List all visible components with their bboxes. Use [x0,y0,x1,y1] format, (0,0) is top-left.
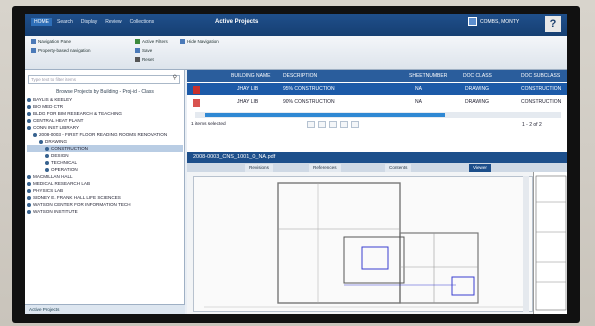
floor-plan-drawing [204,182,524,308]
document-viewer: 2008-0003_CNS_1001_0_NA.pdf Revisions Re… [187,152,567,314]
building-icon [27,118,31,123]
grid-header: BUILDING NAME DESCRIPTION SHEETNUMBER DO… [187,70,567,82]
tree-item-subclass[interactable]: OPERATION [27,166,183,173]
tab-search[interactable]: Search [54,18,76,26]
ribbon: Navigation Pane Property-based navigatio… [25,36,567,70]
column-header-docclass[interactable]: DOC CLASS [463,73,492,79]
ribbon-tabs: HOME Search Display Review Collections [31,18,157,26]
title-block-lines [535,175,567,311]
building-icon [27,181,31,186]
prev-page-button[interactable] [318,121,326,128]
tab-revisions[interactable]: Revisions [245,164,273,172]
property-navigation-button[interactable]: Property-based navigation [31,48,91,53]
page-count: 1 - 2 of 2 [522,122,542,128]
tree-item-project[interactable]: 2008-0003 - FIRST FLOOR READING ROOMS RE… [27,131,183,138]
search-input[interactable]: Type text to filter items ⚲ [28,75,180,84]
table-row[interactable]: JHAY LIB 90% CONSTRUCTION NA DRAWING CON… [187,96,567,108]
tab-display[interactable]: Display [78,18,100,26]
tree-item[interactable]: WATSON CENTER FOR INFORMATION TECH [27,201,183,208]
navigation-pane-button[interactable]: Navigation Pane [31,39,71,44]
property-icon [31,48,36,53]
tree-item[interactable]: BLDG FOR BIM RESEARCH & TEACHING [27,110,183,117]
filter-icon [135,39,140,44]
active-filters-button[interactable]: Active Filters [135,39,168,44]
pdf-icon [193,99,200,107]
building-icon [27,195,31,200]
building-icon [27,174,31,179]
viewer-scrollbar[interactable] [523,176,529,312]
last-page-button[interactable] [340,121,348,128]
save-button[interactable]: Save [135,48,152,53]
next-page-button[interactable] [329,121,337,128]
folder-icon [45,160,49,165]
column-header-docsubclass[interactable]: DOC SUBCLASS [521,73,560,79]
building-icon [27,97,31,102]
tab-home[interactable]: HOME [31,18,52,26]
building-icon [27,188,31,193]
tab-contents[interactable]: Contents [385,164,412,172]
tree-item[interactable]: MACMILLAN HALL [27,173,183,180]
title-block [533,172,567,314]
tree-item[interactable]: BIO MED CTR [27,103,183,110]
project-tree: BAYLIS & KEELEY BIO MED CTR BLDG FOR BIM… [27,96,183,215]
tree-header: Browse Projects by Building - Proj-id - … [56,89,154,95]
building-icon [27,104,31,109]
tree-item[interactable]: BAYLIS & KEELEY [27,96,183,103]
building-icon [27,111,31,116]
active-projects-footer[interactable]: Active Projects [25,304,185,314]
column-header-sheetnumber[interactable]: SHEETNUMBER [409,73,447,79]
refresh-button[interactable] [351,121,359,128]
hide-navigation-button[interactable]: Hide Navigation [180,39,219,44]
user-name[interactable]: COMBS, MONTY [480,19,519,25]
tree-item-subclass[interactable]: DESIGN [27,152,183,159]
tree-item[interactable]: WATSON INSTITUTE [27,208,183,215]
folder-icon [45,153,49,158]
horizontal-scrollbar[interactable] [195,112,561,118]
tree-item-subclass[interactable]: TECHNICAL [27,159,183,166]
hide-nav-icon [180,39,185,44]
tab-collections[interactable]: Collections [127,18,157,26]
monitor-screen: HOME Search Display Review Collections A… [25,14,567,314]
tree-item-subclass-selected[interactable]: CONSTRUCTION [27,145,183,152]
folder-icon [39,139,43,144]
column-header-description[interactable]: DESCRIPTION [283,73,317,79]
tree-item[interactable]: CONN INST LIBRARY [27,124,183,131]
tree-item[interactable]: SIDNEY E. FRANK HALL LIFE SCIENCES [27,194,183,201]
viewer-filename: 2008-0003_CNS_1001_0_NA.pdf [187,152,567,163]
pdf-icon [193,86,200,94]
title-bar: HOME Search Display Review Collections A… [25,14,567,36]
building-icon [27,202,31,207]
folder-icon [45,167,49,172]
pane-icon [31,39,36,44]
folder-icon [45,146,49,151]
document-grid: BUILDING NAME DESCRIPTION SHEETNUMBER DO… [187,70,567,152]
navigation-pane: Type text to filter items ⚲ Browse Proje… [25,70,185,314]
tab-review[interactable]: Review [102,18,124,26]
tab-viewer[interactable]: Viewer [469,164,491,172]
selection-status: 1 items selected [191,122,226,127]
first-page-button[interactable] [307,121,315,128]
save-icon [135,48,140,53]
user-icon [468,17,477,26]
table-row-selected[interactable]: JHAY LIB 95% CONSTRUCTION NA DRAWING CON… [187,83,567,95]
scroll-thumb[interactable] [205,113,445,117]
building-icon [27,209,31,214]
reset-icon [135,57,140,62]
help-button[interactable]: ? [545,16,561,32]
building-icon [27,125,31,130]
tree-item[interactable]: CENTRAL HEAT PLANT [27,117,183,124]
tree-item-class[interactable]: DRAWING [27,138,183,145]
folder-icon [33,132,37,137]
reset-button[interactable]: Reset [135,57,154,62]
tab-references[interactable]: References [309,164,341,172]
column-header-building[interactable]: BUILDING NAME [231,73,270,79]
search-icon[interactable]: ⚲ [173,75,177,82]
drawing-canvas[interactable] [193,176,533,312]
viewer-tabs: Revisions References Contents Viewer [187,163,567,172]
tree-item[interactable]: PHYSICS LAB [27,187,183,194]
window-title: Active Projects [215,19,259,25]
pager-controls [307,121,359,128]
tree-item[interactable]: MEDICAL RESEARCH LAB [27,180,183,187]
